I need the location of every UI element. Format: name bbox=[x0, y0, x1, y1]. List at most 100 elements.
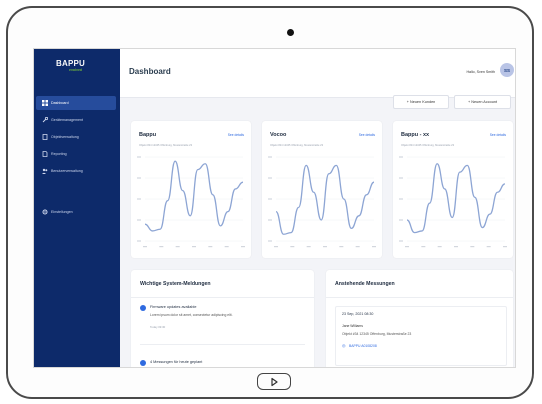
y-tick-mark bbox=[137, 219, 141, 221]
sidebar-item-label: Benutzerverwaltung bbox=[51, 169, 83, 173]
card-subtitle: Objekt #34 12345 Offenburg, Musterstraße… bbox=[401, 144, 455, 147]
sidebar-item-geraetemanagement[interactable]: Gerätemanagement bbox=[36, 113, 116, 127]
line-chart bbox=[137, 156, 245, 248]
sidebar-item-label: Reporting bbox=[51, 152, 67, 156]
card-title: Vocoo bbox=[270, 132, 287, 138]
x-tick-mark bbox=[323, 246, 327, 248]
card-title: Bappu bbox=[139, 132, 157, 138]
measurement-date: 23 Sep, 2021 08:30 bbox=[342, 312, 374, 316]
divider bbox=[326, 297, 513, 298]
system-messages-panel: Wichtige System-Meldungen Firmware updat… bbox=[131, 270, 314, 367]
users-icon bbox=[41, 167, 49, 175]
message-title: Firmware updates available bbox=[150, 305, 197, 309]
new-customer-button[interactable]: + Neuen Kunden bbox=[393, 95, 449, 109]
y-tick-mark bbox=[399, 177, 403, 179]
device-card-bappu-xx: Bappu - xx See details Objekt #34 12345 … bbox=[393, 121, 513, 258]
message-text: Lorem ipsum dolor sit amet, consectetur … bbox=[150, 313, 233, 317]
measurement-device-link[interactable]: BAPPU A0108208 bbox=[349, 344, 377, 348]
x-tick-mark bbox=[503, 246, 507, 248]
x-tick-mark bbox=[143, 246, 147, 248]
see-details-link[interactable]: See details bbox=[490, 133, 506, 137]
info-icon bbox=[140, 360, 146, 366]
y-tick-mark bbox=[399, 198, 403, 200]
x-tick-mark bbox=[454, 246, 458, 248]
new-account-button[interactable]: + Neuen Account bbox=[454, 95, 511, 109]
x-tick-mark bbox=[159, 246, 164, 248]
series-line bbox=[275, 164, 375, 235]
sidebar-item-benutzerverwaltung[interactable]: Benutzerverwaltung bbox=[36, 164, 116, 178]
user-greeting: Hallo, Sven Smith bbox=[466, 70, 495, 74]
sidebar: BAPPU evolved Dashboard Gerätemanagement… bbox=[34, 49, 120, 367]
panel-title: Wichtige System-Meldungen bbox=[140, 281, 211, 287]
system-message-item[interactable]: Firmware updates available Lorem ipsum d… bbox=[140, 304, 305, 345]
camera-dot bbox=[287, 29, 294, 36]
app-screen: BAPPU evolved Dashboard Gerätemanagement… bbox=[33, 48, 516, 368]
logo-subtext: evolved bbox=[69, 68, 83, 72]
report-icon bbox=[41, 150, 49, 158]
play-icon bbox=[271, 377, 278, 386]
message-time: Today 09:30 bbox=[150, 325, 166, 329]
y-tick-mark bbox=[137, 198, 141, 200]
home-button[interactable] bbox=[257, 373, 291, 390]
page-title: Dashboard bbox=[129, 67, 171, 76]
info-icon bbox=[140, 305, 146, 311]
x-tick-mark bbox=[470, 246, 475, 248]
sidebar-item-reporting[interactable]: Reporting bbox=[36, 147, 116, 161]
y-tick-mark bbox=[268, 198, 272, 200]
divider bbox=[131, 297, 314, 298]
measurement-entry[interactable]: 23 Sep, 2021 08:30 Jane Williams Objekt … bbox=[335, 306, 507, 366]
see-details-link[interactable]: See details bbox=[359, 133, 375, 137]
see-details-link[interactable]: See details bbox=[228, 133, 244, 137]
y-tick-mark bbox=[399, 156, 403, 158]
top-header: Dashboard Hallo, Sven Smith SS bbox=[120, 49, 515, 98]
series-line bbox=[144, 160, 244, 232]
x-tick-mark bbox=[306, 246, 311, 248]
measurement-name: Jane Williams bbox=[342, 324, 363, 328]
x-tick-mark bbox=[421, 246, 426, 248]
x-tick-mark bbox=[486, 246, 491, 248]
panel-title: Anstehende Messungen bbox=[335, 281, 395, 287]
x-tick-mark bbox=[208, 246, 213, 248]
x-tick-mark bbox=[372, 246, 376, 248]
y-tick-mark bbox=[399, 219, 403, 221]
x-tick-mark bbox=[437, 246, 442, 248]
device-card-bappu: Bappu See details Objekt #34 12345 Offen… bbox=[131, 121, 251, 258]
avatar[interactable]: SS bbox=[500, 63, 514, 77]
x-tick-mark bbox=[241, 246, 245, 248]
card-title: Bappu - xx bbox=[401, 132, 430, 138]
device-icon: ◎ bbox=[342, 343, 346, 348]
x-tick-mark bbox=[355, 246, 360, 248]
x-tick-mark bbox=[192, 246, 196, 248]
dashboard-icon bbox=[41, 99, 49, 107]
y-tick-mark bbox=[268, 156, 272, 158]
sidebar-item-einstellungen[interactable]: Einstellungen bbox=[36, 205, 116, 219]
wrench-icon bbox=[41, 116, 49, 124]
measurement-address: Objekt #34 12345 Offenburg, Musterstraße… bbox=[342, 332, 412, 336]
line-chart bbox=[268, 156, 376, 248]
x-tick-mark bbox=[290, 246, 295, 248]
gear-icon bbox=[41, 208, 49, 216]
x-tick-mark bbox=[224, 246, 229, 248]
device-card-vocoo: Vocoo See details Objekt #34 12345 Offen… bbox=[262, 121, 382, 258]
sidebar-item-label: Gerätemanagement bbox=[51, 118, 83, 122]
line-chart bbox=[399, 156, 507, 248]
series-line bbox=[406, 163, 506, 234]
message-title: 4 Messungen für heute geplant bbox=[150, 360, 203, 364]
sidebar-item-dashboard[interactable]: Dashboard bbox=[36, 96, 116, 110]
sidebar-item-objektverwaltung[interactable]: Objektverwaltung bbox=[36, 130, 116, 144]
y-tick-mark bbox=[399, 240, 403, 242]
building-icon bbox=[41, 133, 49, 141]
measurements-panel: Anstehende Messungen 23 Sep, 2021 08:30 … bbox=[326, 270, 513, 367]
logo: BAPPU evolved bbox=[56, 59, 96, 77]
y-tick-mark bbox=[268, 177, 272, 179]
x-tick-mark bbox=[175, 246, 180, 248]
x-tick-mark bbox=[405, 246, 409, 248]
card-subtitle: Objekt #34 12345 Offenburg, Musterstraße… bbox=[270, 144, 324, 147]
system-message-item[interactable]: 4 Messungen für heute geplant bbox=[140, 360, 305, 367]
x-tick-mark bbox=[339, 246, 344, 248]
sidebar-item-label: Objektverwaltung bbox=[51, 135, 79, 139]
y-tick-mark bbox=[268, 240, 272, 242]
sidebar-item-label: Einstellungen bbox=[51, 210, 73, 214]
y-tick-mark bbox=[137, 240, 141, 242]
y-tick-mark bbox=[137, 156, 141, 158]
